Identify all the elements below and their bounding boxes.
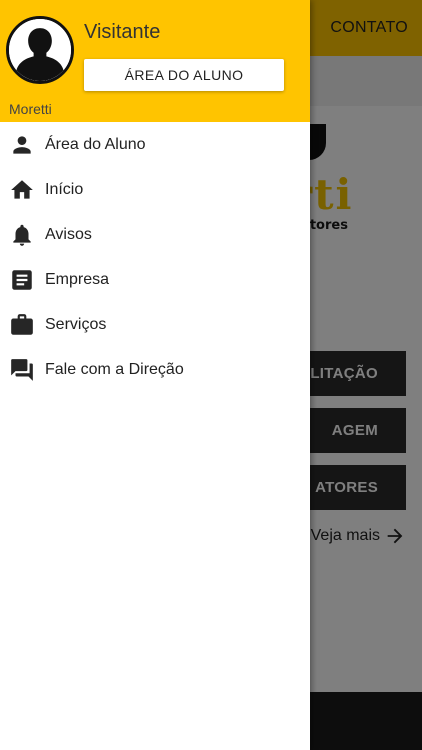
user-silhouette-icon [9, 19, 71, 81]
article-icon [9, 267, 35, 293]
menu-item-contact-director[interactable]: Fale com a Direção [0, 347, 310, 392]
drawer-header: Visitante ÁREA DO ALUNO Moretti [0, 0, 310, 122]
menu-item-label: Início [45, 180, 84, 198]
navigation-drawer: Visitante ÁREA DO ALUNO Moretti Área do … [0, 0, 310, 750]
user-name: Visitante [84, 21, 161, 43]
briefcase-icon [9, 312, 35, 338]
home-icon [9, 177, 35, 203]
menu-item-home[interactable]: Início [0, 167, 310, 212]
menu-item-company[interactable]: Empresa [0, 257, 310, 302]
menu-item-services[interactable]: Serviços [0, 302, 310, 347]
person-icon [9, 132, 35, 158]
menu-item-label: Área do Aluno [45, 135, 146, 153]
avatar [6, 16, 74, 84]
drawer-menu: Área do Aluno Início Avisos Empresa Serv… [0, 122, 310, 392]
chat-icon [9, 357, 35, 383]
menu-item-label: Empresa [45, 270, 110, 288]
bell-icon [9, 222, 35, 248]
menu-item-label: Fale com a Direção [45, 360, 184, 378]
menu-item-label: Avisos [45, 225, 92, 243]
menu-item-label: Serviços [45, 315, 107, 333]
brand-label: Moretti [9, 101, 52, 117]
menu-item-student-area[interactable]: Área do Aluno [0, 122, 310, 167]
student-area-button[interactable]: ÁREA DO ALUNO [84, 59, 284, 91]
menu-item-notices[interactable]: Avisos [0, 212, 310, 257]
